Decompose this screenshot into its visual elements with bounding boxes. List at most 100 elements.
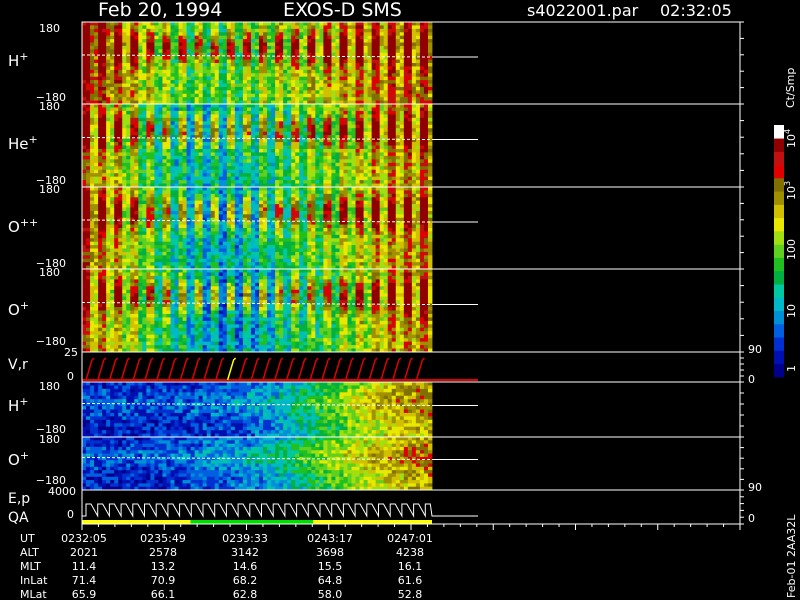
heatmap-cell xyxy=(347,128,352,133)
heatmap-cell xyxy=(403,173,409,178)
heatmap-cell xyxy=(182,173,187,178)
heatmap-cell xyxy=(130,25,135,30)
heatmap-cell xyxy=(371,124,377,129)
heatmap-cell xyxy=(367,142,373,146)
heatmap-cell xyxy=(118,207,123,212)
heatmap-cell xyxy=(158,221,163,225)
heatmap-cell xyxy=(158,49,163,54)
heatmap-cell xyxy=(198,145,204,150)
heatmap-cell xyxy=(403,155,409,160)
heatmap-cell xyxy=(210,80,216,84)
heatmap-cell xyxy=(142,207,147,212)
heatmap-cell xyxy=(403,32,409,37)
heatmap-cell xyxy=(162,207,167,212)
heatmap-cell xyxy=(202,59,208,64)
heatmap-cell xyxy=(379,59,385,64)
heatmap-cell xyxy=(331,152,336,157)
heatmap-cell xyxy=(82,255,87,260)
heatmap-cell xyxy=(118,176,123,181)
heatmap-cell xyxy=(178,166,183,171)
heatmap-cell xyxy=(190,176,196,181)
heatmap-cell xyxy=(263,138,268,143)
heatmap-cell xyxy=(267,145,272,150)
heatmap-cell xyxy=(174,207,179,212)
heatmap-cell xyxy=(90,42,95,47)
heatmap-cell xyxy=(106,110,111,115)
heatmap-cell xyxy=(259,73,264,78)
heatmap-cell xyxy=(287,25,292,30)
heatmap-cell xyxy=(234,93,240,98)
heatmap-cell xyxy=(162,255,167,260)
heatmap-cell xyxy=(162,121,167,126)
heatmap-cell xyxy=(190,210,196,215)
heatmap-cell xyxy=(331,131,336,136)
heatmap-cell xyxy=(218,49,224,54)
heatmap-cell xyxy=(271,107,276,112)
heatmap-cell xyxy=(242,69,248,74)
heatmap-cell xyxy=(138,176,143,181)
heatmap-cell xyxy=(210,66,216,71)
heatmap-cell xyxy=(218,63,224,67)
heatmap-cell xyxy=(94,66,99,71)
heatmap-cell xyxy=(327,97,332,101)
heatmap-cell xyxy=(218,97,224,101)
heatmap-cell xyxy=(194,117,200,122)
heatmap-cell xyxy=(114,187,119,191)
heatmap-cell xyxy=(407,63,413,67)
heatmap-cell xyxy=(331,59,336,64)
heatmap-cell xyxy=(82,86,87,91)
heatmap-cell xyxy=(98,210,103,215)
heatmap-cell xyxy=(138,245,143,249)
heatmap-cell xyxy=(335,159,340,164)
heatmap-cell xyxy=(150,25,155,30)
heatmap-cell xyxy=(130,169,135,174)
heatmap-cell xyxy=(399,121,405,126)
heatmap-cell xyxy=(395,176,401,181)
heatmap-cell xyxy=(395,162,401,167)
heatmap-cell xyxy=(311,59,316,64)
heatmap-cell xyxy=(399,42,405,47)
heatmap-cell xyxy=(351,104,356,108)
heatmap-cell xyxy=(375,110,381,115)
heatmap-cell xyxy=(114,90,119,95)
heatmap-cell xyxy=(158,255,163,260)
heatmap-cell xyxy=(395,104,401,108)
heatmap-cell xyxy=(150,121,155,126)
heatmap-cell xyxy=(407,83,413,88)
heatmap-cell xyxy=(279,159,284,164)
heatmap-cell xyxy=(391,90,397,95)
heatmap-cell xyxy=(427,176,433,181)
heatmap-cell xyxy=(323,180,328,184)
heatmap-cell xyxy=(118,251,123,256)
heatmap-cell xyxy=(383,90,389,95)
heatmap-cell xyxy=(186,169,192,174)
heatmap-cell xyxy=(118,138,123,143)
heatmap-cell xyxy=(118,107,123,112)
heatmap-cell xyxy=(267,90,272,95)
heatmap-cell xyxy=(166,56,171,60)
heatmap-cell xyxy=(138,145,143,150)
heatmap-cell xyxy=(275,128,280,133)
heatmap-cell xyxy=(367,25,373,30)
heatmap-cell xyxy=(379,76,385,81)
heatmap-cell xyxy=(242,159,248,164)
heatmap-cell xyxy=(134,231,139,236)
heatmap-cell xyxy=(359,90,365,95)
heatmap-cell xyxy=(98,66,103,71)
heatmap-cell xyxy=(186,159,192,164)
heatmap-cell xyxy=(323,176,328,181)
heatmap-cell xyxy=(90,238,95,243)
heatmap-cell xyxy=(102,63,107,67)
heatmap-cell xyxy=(162,124,167,129)
heatmap-cell xyxy=(263,162,268,167)
heatmap-cell xyxy=(355,173,360,178)
heatmap-cell xyxy=(222,152,228,157)
heatmap-cell xyxy=(279,104,284,108)
heatmap-cell xyxy=(375,135,381,139)
heatmap-cell xyxy=(399,162,405,167)
heatmap-cell xyxy=(371,169,377,174)
heatmap-cell xyxy=(210,251,216,256)
heatmap-cell xyxy=(419,42,425,47)
heatmap-cell xyxy=(226,86,232,91)
heatmap-cell xyxy=(130,197,135,202)
